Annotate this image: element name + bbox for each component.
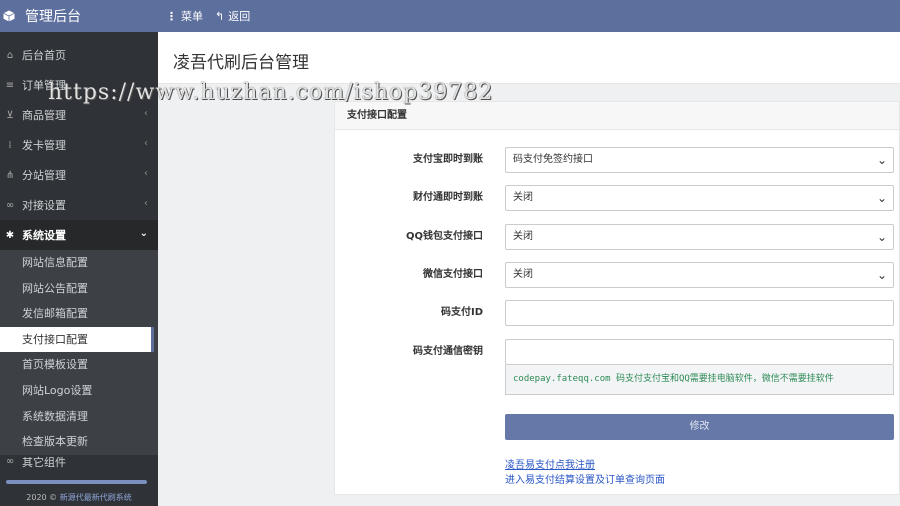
page-title: 凌吾代刷后台管理 (173, 53, 309, 73)
back-button[interactable]: ↰ 返回 (215, 8, 250, 24)
form-row-codepay-id: 码支付ID (335, 300, 900, 326)
select-value: 关闭 (513, 269, 533, 280)
sitemap-icon: ⋔ (5, 169, 15, 181)
submit-button[interactable]: 修改 (505, 414, 894, 440)
wxpay-select[interactable]: 关闭 ⌄ (505, 262, 894, 288)
submenu-item-site-notice[interactable]: 网站公告配置 (0, 276, 158, 302)
select-value: 码支付免签约接口 (513, 154, 593, 165)
codepay-key-input[interactable] (505, 339, 894, 365)
submenu-item-logo[interactable]: 网站Logo设置 (0, 378, 158, 404)
sidebar-item-others[interactable]: ∞ 其它组件 (0, 455, 158, 469)
settlement-link[interactable]: 进入易支付结算设置及订单查询页面 (505, 471, 665, 486)
chevron-down-icon: ⌄ (876, 153, 887, 167)
register-link[interactable]: 凌吾易支付点我注册 (505, 456, 595, 471)
panel-heading: 支付接口配置 (335, 102, 899, 130)
back-label: 返回 (228, 10, 251, 23)
brand-title: 管理后台 (25, 9, 81, 25)
submenu-item-template[interactable]: 首页模板设置 (0, 352, 158, 378)
chevron-down-icon: ⌄ (876, 268, 887, 282)
sidebar-item-docking[interactable]: ∞ 对接设置 ‹ (0, 190, 158, 220)
chevron-down-icon: ⌄ (876, 191, 887, 205)
field-label: 支付宝即时到账 (413, 154, 483, 165)
gear-icon: ✱ (5, 229, 15, 241)
sidebar-item-home[interactable]: ⌂ 后台首页 (0, 40, 158, 70)
sidebar-item-substations[interactable]: ⋔ 分站管理 ‹ (0, 160, 158, 190)
sidebar-item-system[interactable]: ✱ 系统设置 ⌄ (0, 220, 158, 250)
copyright: 2020 © 新源代最新代刷系统 (0, 492, 158, 503)
field-label: 码支付通信密钥 (413, 346, 483, 357)
form-row-wxpay: 微信支付接口 关闭 ⌄ (335, 262, 900, 288)
copyright-link[interactable]: 新源代最新代刷系统 (60, 493, 132, 502)
submenu-item-payment[interactable]: 支付接口配置 (0, 326, 154, 353)
form-row-qqpay: QQ钱包支付接口 关闭 ⌄ (335, 224, 900, 250)
menu-icon: ⋮ (166, 9, 177, 23)
list-icon: ≡ (5, 79, 15, 91)
cart-icon: ⊻ (6, 109, 14, 121)
qqpay-select[interactable]: 关闭 ⌄ (505, 224, 894, 250)
codepay-id-input[interactable] (505, 300, 894, 326)
sidebar-item-label: 对接设置 (22, 199, 66, 212)
payment-config-panel: 支付接口配置 支付宝即时到账 码支付免签约接口 ⌄ 财付通即时到账 关闭 ⌄ Q… (334, 101, 900, 495)
chevron-down-icon: ⌄ (876, 230, 887, 244)
sidebar-footer: 2020 © 新源代最新代刷系统 (0, 476, 158, 506)
sidebar: ⌂ 后台首页 ≡ 订单管理 ⊻ 商品管理 ‹ ⁞ 发卡管理 ‹ ⋔ 分站管理 ‹… (0, 32, 158, 506)
sidebar-item-label: 发卡管理 (22, 139, 66, 152)
codepay-hint: codepay.fateqq.com 码支付支付宝和QQ需要挂电脑软件，微信不需… (505, 365, 894, 395)
submenu-item-update[interactable]: 检查版本更新 (0, 429, 158, 455)
submenu-item-cleanup[interactable]: 系统数据清理 (0, 404, 158, 430)
puzzle-icon: ∞ (5, 456, 15, 468)
chevron-left-icon: ‹ (144, 198, 148, 209)
chevron-left-icon: ‹ (144, 108, 148, 119)
form-row-codepay-key: 码支付通信密钥 (335, 339, 900, 365)
brand[interactable]: 管理后台 (0, 0, 158, 32)
alipay-select[interactable]: 码支付免签约接口 ⌄ (505, 147, 894, 173)
select-value: 关闭 (513, 192, 533, 203)
chevron-down-icon: ⌄ (139, 228, 148, 239)
sidebar-scrollbar[interactable] (6, 480, 147, 484)
top-bar: 管理后台 ⋮ 菜单 ↰ 返回 (0, 0, 900, 32)
sidebar-item-label: 其它组件 (22, 455, 66, 469)
sidebar-item-cards[interactable]: ⁞ 发卡管理 ‹ (0, 130, 158, 160)
menu-toggle-button[interactable]: ⋮ 菜单 (166, 8, 203, 24)
sidebar-item-label: 商品管理 (22, 109, 66, 122)
sidebar-item-label: 分站管理 (22, 169, 66, 182)
submenu-item-site-info[interactable]: 网站信息配置 (0, 250, 158, 276)
field-label: 财付通即时到账 (413, 192, 483, 203)
back-icon: ↰ (215, 9, 225, 23)
grid-icon: ⁞ (8, 139, 12, 151)
form-row-alipay: 支付宝即时到账 码支付免签约接口 ⌄ (335, 147, 900, 173)
form-row-tenpay: 财付通即时到账 关闭 ⌄ (335, 185, 900, 211)
sidebar-item-label: 后台首页 (22, 49, 66, 62)
chevron-left-icon: ‹ (144, 168, 148, 179)
link-icon: ∞ (5, 199, 15, 211)
select-value: 关闭 (513, 231, 533, 242)
home-icon: ⌂ (6, 49, 14, 61)
chevron-left-icon: ‹ (144, 138, 148, 149)
field-label: 码支付ID (440, 307, 483, 318)
tenpay-select[interactable]: 关闭 ⌄ (505, 185, 894, 211)
sidebar-item-orders[interactable]: ≡ 订单管理 (0, 70, 158, 100)
sidebar-item-label: 订单管理 (22, 79, 66, 92)
sidebar-item-products[interactable]: ⊻ 商品管理 ‹ (0, 100, 158, 130)
menu-label: 菜单 (181, 10, 203, 23)
cube-icon (3, 10, 15, 22)
sidebar-item-label: 系统设置 (22, 229, 66, 242)
top-nav: ⋮ 菜单 ↰ 返回 (166, 0, 250, 32)
copyright-year: 2020 © (26, 493, 58, 502)
field-label: QQ钱包支付接口 (405, 231, 483, 242)
field-label: 微信支付接口 (423, 269, 483, 280)
main-header: 凌吾代刷后台管理 (158, 32, 900, 84)
submenu-item-mail[interactable]: 发信邮箱配置 (0, 301, 158, 327)
system-submenu: 网站信息配置 网站公告配置 发信邮箱配置 支付接口配置 首页模板设置 网站Log… (0, 250, 158, 455)
